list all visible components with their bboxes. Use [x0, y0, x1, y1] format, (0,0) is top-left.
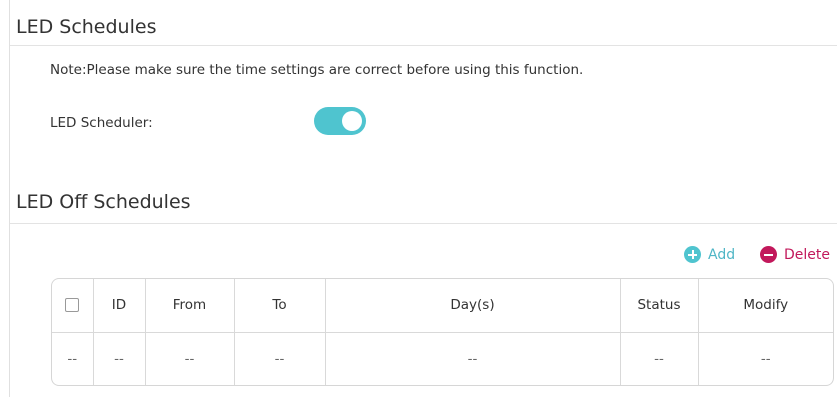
add-label: Add — [708, 246, 736, 263]
table-cell: -- — [145, 332, 235, 385]
table-row: -- -- -- -- -- -- -- — [52, 332, 833, 385]
led-scheduler-toggle[interactable] — [314, 107, 366, 135]
table-cell: -- — [760, 350, 771, 367]
select-all-cell — [52, 279, 94, 333]
led-schedules-title: LED Schedules — [16, 16, 157, 38]
led-scheduler-label: LED Scheduler: — [50, 115, 153, 131]
table-cell: -- — [93, 332, 146, 385]
column-header-id: ID — [93, 279, 146, 333]
time-settings-note: Note:Please make sure the time settings … — [50, 62, 584, 78]
schedule-table: ID From To Day(s) Status Modify -- -- --… — [51, 278, 834, 386]
plus-circle-icon — [684, 246, 701, 263]
led-off-schedules-title: LED Off Schedules — [16, 191, 191, 213]
table-cell: -- — [325, 332, 621, 385]
column-header-to: To — [234, 279, 326, 333]
delete-label: Delete — [784, 246, 830, 263]
delete-button[interactable]: Delete — [760, 246, 830, 263]
column-header-modify: Modify — [698, 279, 833, 333]
table-cell: -- — [620, 332, 699, 385]
minus-circle-icon — [760, 246, 777, 263]
section-divider — [10, 45, 837, 46]
table-header-row: ID From To Day(s) Status Modify — [52, 279, 833, 333]
column-header-from: From — [145, 279, 235, 333]
select-all-checkbox[interactable] — [65, 298, 80, 313]
add-button[interactable]: Add — [684, 246, 735, 263]
toggle-knob — [342, 111, 362, 131]
led-settings-panel: LED Schedules Note:Please make sure the … — [9, 0, 837, 397]
column-header-status: Status — [620, 279, 699, 333]
table-cell: -- — [234, 332, 326, 385]
section-divider — [10, 223, 837, 224]
table-cell: -- — [52, 332, 94, 385]
column-header-days: Day(s) — [325, 279, 621, 333]
